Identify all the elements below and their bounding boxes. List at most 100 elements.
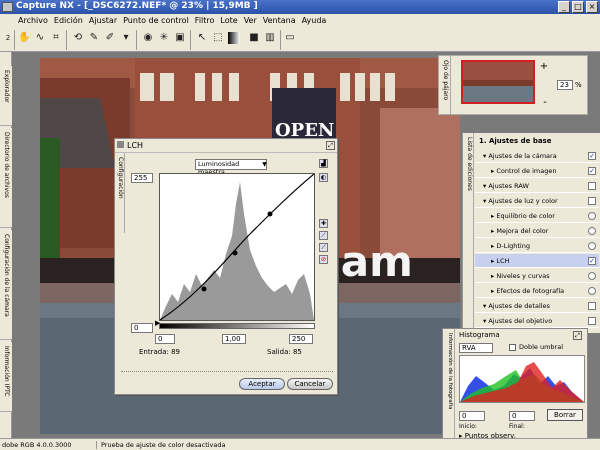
- output-top-field[interactable]: 255: [131, 173, 153, 183]
- selection-icon[interactable]: ▣: [174, 32, 186, 44]
- step-checkbox[interactable]: [588, 317, 596, 325]
- step-checkbox[interactable]: [588, 197, 596, 205]
- menu-ventana[interactable]: Ventana: [261, 14, 300, 28]
- double-threshold-checkbox[interactable]: [509, 344, 516, 351]
- menu-ayuda[interactable]: Ayuda: [300, 14, 331, 28]
- chevron-down-icon[interactable]: ▼: [261, 160, 268, 169]
- reset-curve-icon[interactable]: ⊘: [319, 255, 328, 264]
- gradient-icon[interactable]: [228, 32, 240, 44]
- tab-iptc[interactable]: Información IPTC: [0, 342, 12, 412]
- crop-icon[interactable]: ⌗: [50, 32, 62, 44]
- edit-list-item[interactable]: ▸ Equilibrio de color: [475, 209, 599, 223]
- end-value-field[interactable]: 0: [509, 411, 535, 421]
- step-radio[interactable]: [588, 287, 596, 295]
- histogram-panel: Información de la fotografía Histograma …: [442, 328, 588, 442]
- pin-icon[interactable]: ⤢: [326, 141, 335, 150]
- input-black-field[interactable]: 0: [155, 334, 175, 344]
- input-white-field[interactable]: 250: [289, 334, 313, 344]
- edit-step-header[interactable]: 1. Ajustes de base: [475, 135, 599, 147]
- rotate-icon[interactable]: ⟲: [72, 32, 84, 44]
- channel-dropdown[interactable]: Luminosidad maestra: [195, 159, 267, 176]
- minimize-button[interactable]: _: [558, 1, 570, 13]
- hand-icon[interactable]: ✋: [18, 32, 30, 44]
- brush-icon[interactable]: ✎: [88, 32, 100, 44]
- tab-explorador[interactable]: Explorador: [0, 66, 12, 126]
- toolbar: 2 ✋ ∿ ⌗ ⟲ ✎ ✐ ▾ ◉ ✳ ▣ ↖ ⬚ ■ ▥ ▭: [0, 28, 600, 52]
- edit-list-item[interactable]: ▾ Ajustes de luz y color: [475, 194, 599, 208]
- step-radio[interactable]: [588, 212, 596, 220]
- menu-punto-de-control[interactable]: Punto de control: [121, 14, 193, 28]
- edit-list-item[interactable]: ▸ Control de imagen ✓: [475, 164, 599, 178]
- step-radio[interactable]: [588, 227, 596, 235]
- maximize-button[interactable]: □: [572, 1, 584, 13]
- histogram-toggle-icon[interactable]: ▟: [319, 159, 328, 168]
- control-point-icon[interactable]: ✳: [158, 32, 170, 44]
- step-checkbox[interactable]: ✓: [588, 152, 596, 160]
- black-point-icon[interactable]: ⟋: [319, 231, 328, 240]
- step-checkbox[interactable]: ✓: [588, 167, 596, 175]
- channel-select[interactable]: RVA: [459, 343, 493, 353]
- menu-edicion[interactable]: Edición: [52, 14, 87, 28]
- edit-list-item[interactable]: ▸ Niveles y curvas: [475, 269, 599, 283]
- reset-icon[interactable]: ◐: [319, 173, 328, 182]
- edit-list-item[interactable]: ▾ Ajustes del objetivo: [475, 314, 599, 328]
- birds-eye-label: Ojo de pájaro: [442, 60, 449, 101]
- menu-ver[interactable]: Ver: [242, 14, 261, 28]
- step-radio[interactable]: [588, 272, 596, 280]
- birds-eye-thumbnail[interactable]: [461, 60, 535, 104]
- menu-ajustar[interactable]: Ajustar: [87, 14, 121, 28]
- edit-list-item[interactable]: ▸ LCH ✓: [475, 254, 599, 268]
- edit-list-item[interactable]: ▾ Ajustes de detalles: [475, 299, 599, 313]
- straighten-icon[interactable]: ∿: [34, 32, 46, 44]
- edit-list-item[interactable]: ▸ Efectos de fotografía: [475, 284, 599, 298]
- gamma-field[interactable]: 1,00: [222, 334, 246, 344]
- toolbar-separator: [136, 30, 137, 50]
- edit-list-item[interactable]: ▾ Ajustes RAW: [475, 179, 599, 193]
- white-point-icon[interactable]: ⟋: [319, 243, 328, 252]
- edit-list-tab[interactable]: Lista de ediciones: [463, 133, 474, 333]
- screen-icon[interactable]: ▭: [284, 32, 296, 44]
- edit-list-item[interactable]: ▾ Ajustes de la cámara ✓: [475, 149, 599, 163]
- step-radio[interactable]: [588, 242, 596, 250]
- edit-list-item-label: Niveles y curvas: [496, 272, 550, 280]
- collapse-icon[interactable]: [117, 141, 124, 148]
- marquee-icon[interactable]: ⬚: [212, 32, 224, 44]
- auto-contrast-icon[interactable]: ✚: [319, 219, 328, 228]
- menu-lote[interactable]: Lote: [218, 14, 241, 28]
- start-label: Inicio:: [459, 423, 477, 430]
- start-value-field[interactable]: 0: [459, 411, 485, 421]
- eraser-icon[interactable]: ▥: [264, 32, 276, 44]
- clear-button[interactable]: Borrar: [547, 409, 583, 421]
- histogram-options-icon[interactable]: ⤢: [573, 331, 582, 340]
- accept-button[interactable]: Aceptar: [239, 378, 285, 390]
- zoom-level-field[interactable]: 23: [557, 80, 573, 90]
- fill-icon[interactable]: ■: [248, 32, 260, 44]
- configuration-tab[interactable]: Configuración: [115, 153, 125, 233]
- zoom-out-button[interactable]: -: [540, 98, 550, 108]
- tab-directorio-label: Directorio de archivos: [3, 132, 10, 198]
- eyedropper-icon[interactable]: ▾: [120, 32, 132, 44]
- lasso-icon[interactable]: ↖: [196, 32, 208, 44]
- edit-list-item[interactable]: ▸ D-Lighting: [475, 239, 599, 253]
- edit-list-item[interactable]: ▸ Mejora del color: [475, 224, 599, 238]
- close-button[interactable]: ×: [586, 1, 598, 13]
- zoom-in-button[interactable]: +: [539, 62, 549, 72]
- step-checkbox[interactable]: [588, 182, 596, 190]
- black-point-slider[interactable]: ▶: [155, 319, 160, 327]
- configuration-label: Configuración: [117, 157, 124, 199]
- tab-camara[interactable]: Configuración de la cámara: [0, 230, 12, 340]
- tab-directorio[interactable]: Directorio de archivos: [0, 128, 12, 228]
- cancel-button[interactable]: Cancelar: [287, 378, 333, 390]
- menu-filtro[interactable]: Filtro: [193, 14, 219, 28]
- step-checkbox[interactable]: [588, 302, 596, 310]
- menu-archivo[interactable]: Archivo: [16, 14, 52, 28]
- pencil-icon[interactable]: ✐: [104, 32, 116, 44]
- red-eye-icon[interactable]: ◉: [142, 32, 154, 44]
- photo-info-tab[interactable]: Información de la fotografía: [443, 329, 455, 441]
- input-readout: Entrada: 89: [139, 348, 180, 356]
- step-checkbox[interactable]: ✓: [588, 257, 596, 265]
- birds-eye-tab[interactable]: Ojo de pájaro: [439, 56, 451, 114]
- toolbar-separator: [280, 30, 281, 50]
- curve-graph[interactable]: [159, 173, 315, 321]
- output-bottom-field[interactable]: 0: [131, 323, 153, 333]
